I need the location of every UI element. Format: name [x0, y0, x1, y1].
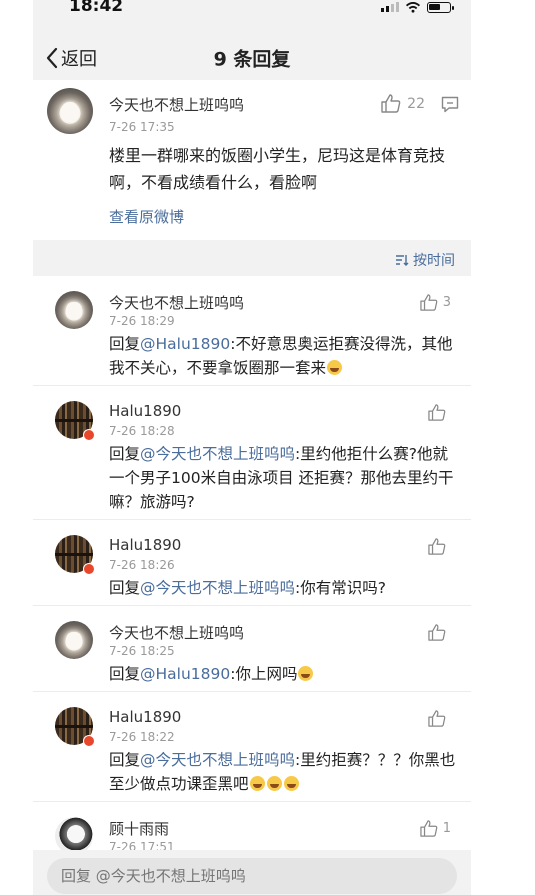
like-button[interactable]	[428, 404, 451, 421]
signal-icon	[381, 2, 399, 12]
verified-badge-icon	[83, 429, 95, 441]
avatar[interactable]	[55, 291, 93, 329]
thumbs-up-icon	[420, 294, 438, 311]
like-count: 1	[442, 821, 451, 836]
avatar[interactable]	[47, 88, 93, 134]
like-button[interactable]: 3	[420, 294, 451, 311]
like-count: 22	[407, 95, 425, 112]
main-time: 7-26 17:35	[109, 120, 175, 134]
thumbs-up-icon	[428, 538, 446, 555]
comment-icon[interactable]	[441, 96, 459, 113]
like-button[interactable]: 22	[381, 94, 425, 113]
reply-bar	[33, 850, 471, 895]
sort-label: 按时间	[413, 253, 455, 269]
verified-badge-icon	[83, 563, 95, 575]
reply-text: 回复@Halu1890:不好意思奥运拒赛没得洗，其他我不关心，不要拿饭圈那一套来	[109, 335, 453, 377]
mention-link[interactable]: @今天也不想上班呜呜	[140, 751, 295, 769]
reply-input[interactable]	[47, 858, 457, 894]
list-item: Halu1890 7-26 18:22 回复@今天也不想上班呜呜:里约拒赛？？？…	[33, 692, 471, 802]
reply-author-name[interactable]: 今天也不想上班呜呜	[109, 622, 244, 643]
like-button[interactable]	[428, 538, 451, 555]
grin-emoji-icon	[327, 360, 343, 375]
reply-text: 回复@Halu1890:你上网吗	[109, 662, 459, 686]
list-item: 今天也不想上班呜呜 7-26 18:25 回复@Halu1890:你上网吗	[33, 606, 471, 692]
mention-link[interactable]: @今天也不想上班呜呜	[140, 579, 295, 597]
list-item: 今天也不想上班呜呜 7-26 18:29 回复@Halu1890:不好意思奥运拒…	[33, 276, 471, 386]
mention-link[interactable]: @今天也不想上班呜呜	[140, 445, 295, 463]
reply-text: 回复@今天也不想上班呜呜:里约拒赛？？？你黑也至少做点功课歪黑吧	[109, 751, 456, 793]
reply-time: 7-26 18:28	[109, 424, 175, 438]
mention-link[interactable]: @Halu1890	[140, 665, 230, 683]
status-icons	[381, 0, 454, 14]
reply-time: 7-26 18:22	[109, 730, 175, 744]
reply-author-name[interactable]: Halu1890	[109, 536, 181, 554]
reply-time: 7-26 18:26	[109, 558, 175, 572]
list-item: Halu1890 7-26 18:28 回复@今天也不想上班呜呜:里约他拒什么赛…	[33, 386, 471, 520]
reply-author-name[interactable]: 今天也不想上班呜呜	[109, 292, 244, 313]
like-count: 3	[442, 295, 451, 310]
reply-text: 回复@今天也不想上班呜呜:你有常识吗?	[109, 579, 386, 597]
view-original-link[interactable]: 查看原微博	[109, 206, 184, 227]
reply-author-name[interactable]: Halu1890	[109, 402, 181, 420]
laugh-emoji-icon	[249, 776, 265, 791]
thumbs-up-icon	[381, 94, 401, 113]
sort-bar: 按时间	[33, 240, 471, 276]
reply-author-name[interactable]: Halu1890	[109, 708, 181, 726]
thumbs-up-icon	[428, 624, 446, 641]
sort-by-time-button[interactable]: 按时间	[395, 250, 455, 270]
thumbs-up-icon	[428, 404, 446, 421]
status-time: 18:42	[69, 0, 124, 16]
thumbs-up-icon	[420, 820, 438, 837]
laugh-emoji-icon	[266, 776, 282, 791]
status-bar: 18:42	[33, 0, 471, 18]
sort-icon	[396, 255, 409, 266]
avatar[interactable]	[55, 621, 93, 659]
app-frame: 18:42 返回 9 条回复 今天也不想上班呜呜 7-26 17:35 楼里一群…	[33, 0, 471, 895]
main-comment-text: 楼里一群哪来的饭圈小学生，尼玛这是体育竞技啊，不看成绩看什么，看脸啊	[109, 146, 446, 192]
reply-time: 7-26 18:29	[109, 314, 175, 328]
page-title: 9 条回复	[213, 48, 291, 71]
main-author-name[interactable]: 今天也不想上班呜呜	[109, 94, 244, 115]
laugh-emoji-icon	[283, 776, 299, 791]
main-comment-card: 今天也不想上班呜呜 7-26 17:35 楼里一群哪来的饭圈小学生，尼玛这是体育…	[33, 80, 471, 240]
reply-text: 回复@今天也不想上班呜呜:里约他拒什么赛?他就一个男子100米自由泳项目 还拒赛…	[109, 445, 454, 511]
thinking-emoji-icon	[298, 666, 314, 681]
reply-list: 今天也不想上班呜呜 7-26 18:29 回复@Halu1890:不好意思奥运拒…	[33, 276, 471, 872]
mention-link[interactable]: @Halu1890	[140, 335, 230, 353]
reply-author-name[interactable]: 顾十雨雨	[109, 818, 169, 839]
reply-time: 7-26 18:25	[109, 644, 175, 658]
thumbs-up-icon	[428, 710, 446, 727]
like-button[interactable]: 1	[420, 820, 451, 837]
like-button[interactable]	[428, 624, 451, 641]
nav-bar: 返回 9 条回复	[33, 18, 471, 80]
wifi-icon	[405, 1, 421, 13]
verified-badge-icon	[83, 735, 95, 747]
like-button[interactable]	[428, 710, 451, 727]
battery-icon	[427, 1, 454, 13]
list-item: Halu1890 7-26 18:26 回复@今天也不想上班呜呜:你有常识吗?	[33, 520, 471, 606]
